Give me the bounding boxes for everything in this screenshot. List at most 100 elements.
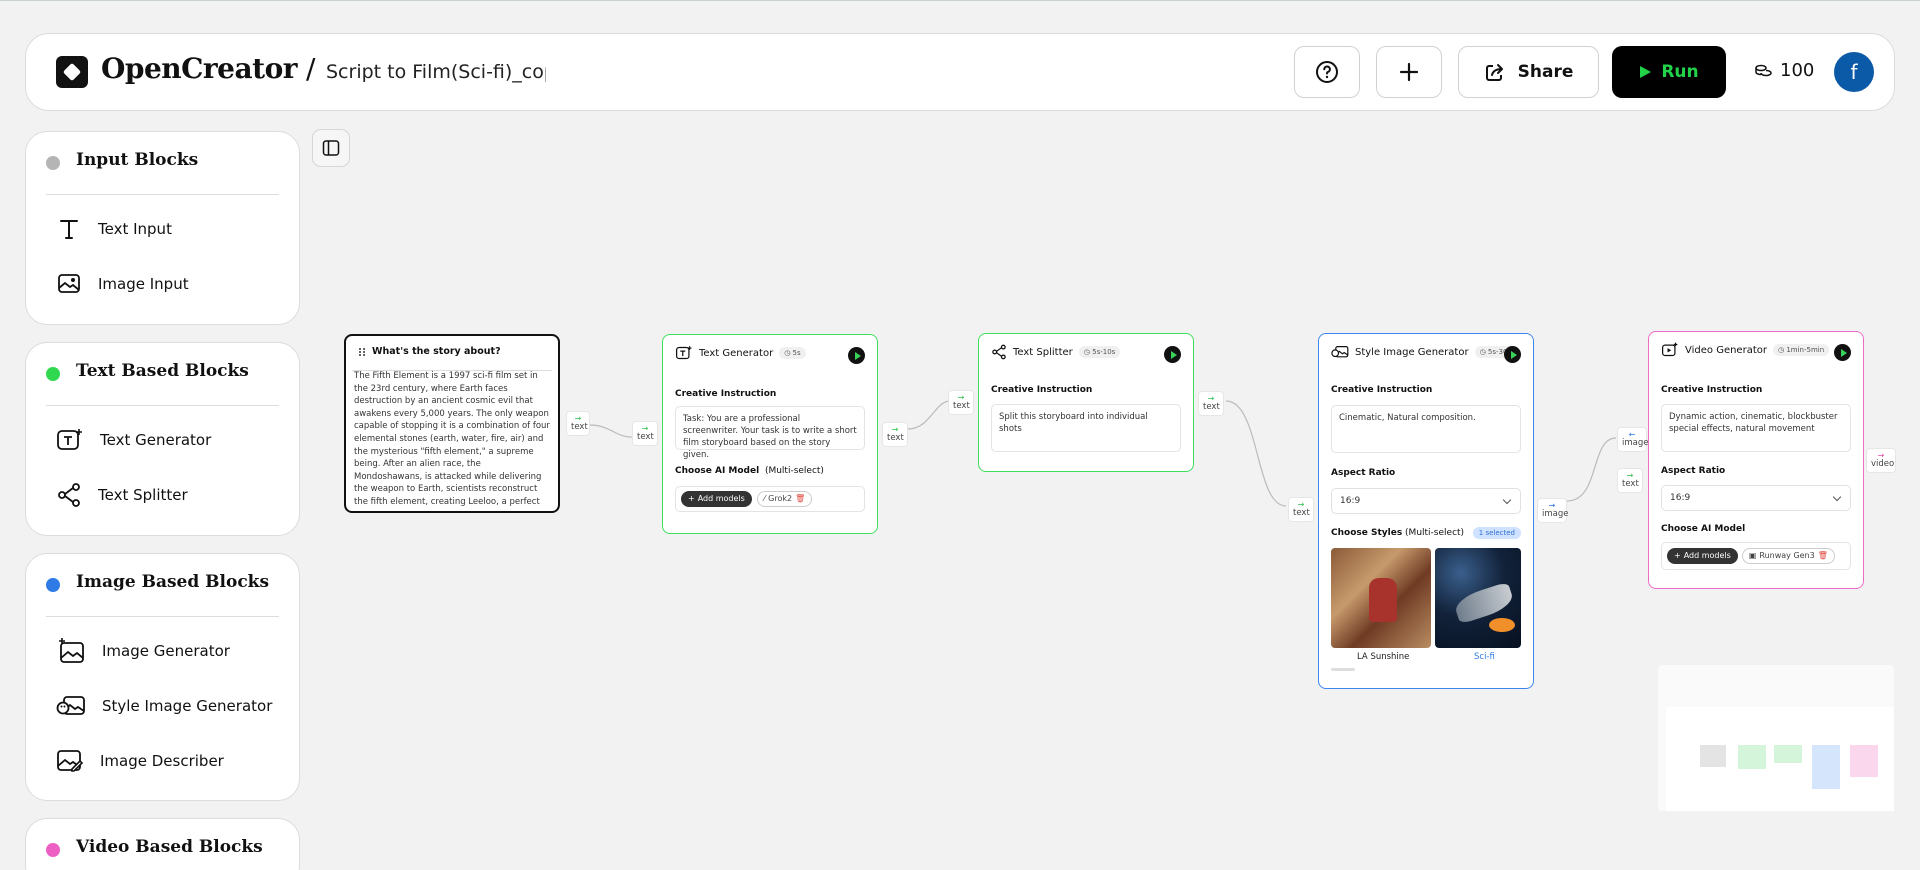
node-header: Style Image Generator ◷ 5s-30s: [1331, 344, 1517, 360]
field-label: Creative Instruction: [1331, 385, 1433, 395]
port-label: text: [1293, 508, 1310, 518]
port-input-image[interactable]: ← image: [1617, 427, 1649, 452]
minimap-node: [1774, 745, 1802, 763]
port-input-text[interactable]: → text: [948, 390, 974, 415]
port-label: image: [1622, 438, 1649, 448]
node-title: Style Image Generator: [1355, 346, 1469, 358]
selected-badge: 1 selected: [1472, 527, 1521, 539]
story-textarea[interactable]: The Fifth Element is a 1997 sci-fi film …: [354, 370, 550, 510]
style-name: LA Sunshine: [1357, 652, 1410, 662]
field-label: Choose AI Model: [1661, 524, 1746, 534]
instruction-textarea[interactable]: Task: You are a professional screenwrite…: [675, 406, 865, 460]
node-header: Text Splitter ◷ 5s-10s: [991, 344, 1121, 360]
model-name: Grok2: [768, 494, 793, 503]
minimap[interactable]: [1658, 665, 1894, 811]
instruction-textarea[interactable]: Dynamic action, cinematic, blockbuster s…: [1661, 404, 1851, 452]
node-title: What's the story about?: [372, 346, 501, 357]
minimap-node: [1812, 745, 1840, 789]
field-label: Choose Styles (Multi-select): [1331, 528, 1464, 538]
node-title: Text Generator: [699, 347, 774, 359]
port-label: text: [1203, 402, 1220, 412]
time-value: 1min-5min: [1786, 346, 1825, 354]
field-label: Creative Instruction: [675, 389, 777, 399]
node-style-image-generator[interactable]: Style Image Generator ◷ 5s-30s Creative …: [1318, 333, 1534, 689]
node-video-generator[interactable]: Video Generator ◷ 1min-5min Creative Ins…: [1648, 331, 1864, 589]
node-text-splitter[interactable]: Text Splitter ◷ 5s-10s Creative Instruct…: [978, 333, 1194, 472]
node-header: What's the story about?: [358, 346, 501, 357]
port-input-text[interactable]: → text: [632, 421, 658, 446]
port-label: text: [637, 432, 654, 442]
node-header: Text Generator ◷ 5s: [675, 345, 806, 361]
aspect-ratio-select[interactable]: 16:9: [1331, 488, 1521, 514]
model-chip[interactable]: ▣ Runway Gen3 🗑: [1741, 548, 1835, 564]
port-label: video: [1871, 459, 1895, 469]
splitter-icon: [992, 344, 1006, 360]
styles-label: Choose Styles: [1331, 528, 1403, 538]
node-story-input[interactable]: What's the story about? The Fifth Elemen…: [344, 334, 560, 513]
plus-icon: +: [688, 494, 695, 503]
model-label: Choose AI Model: [675, 466, 760, 476]
aspect-ratio-select[interactable]: 16:9: [1661, 485, 1851, 511]
model-selector[interactable]: + Add models ⁄ Grok2 🗑: [675, 486, 865, 512]
field-label: Choose AI Model (Multi-select): [675, 466, 824, 476]
port-label: text: [953, 401, 970, 411]
node-title: Text Splitter: [1013, 346, 1073, 358]
node-title: Video Generator: [1685, 344, 1767, 356]
delete-icon[interactable]: 🗑: [795, 493, 805, 505]
figure-shape: [1369, 578, 1397, 622]
port-output-text[interactable]: → text: [566, 411, 590, 436]
port-output-text[interactable]: → text: [882, 422, 908, 447]
run-node-button[interactable]: [1504, 346, 1521, 363]
port-input-text[interactable]: → text: [1288, 497, 1314, 522]
drag-handle-icon[interactable]: [358, 347, 366, 357]
video-sparkle-icon: [1662, 342, 1678, 357]
flame-shape: [1489, 618, 1515, 632]
scrollbar[interactable]: [1331, 668, 1355, 671]
palette-image-icon: [1331, 346, 1349, 358]
style-thumbnail-la-sunshine[interactable]: [1331, 548, 1431, 648]
minimap-node: [1700, 745, 1726, 767]
port-input-text[interactable]: → text: [1617, 468, 1643, 493]
style-name-selected: Sci-fi: [1474, 652, 1495, 662]
delete-icon[interactable]: 🗑: [1818, 550, 1828, 562]
run-node-button[interactable]: [1164, 346, 1181, 363]
add-models-label: Add models: [697, 494, 745, 503]
field-label: Creative Instruction: [1661, 385, 1763, 395]
run-node-button[interactable]: [1834, 344, 1851, 361]
plus-icon: +: [1674, 551, 1681, 560]
field-label: Creative Instruction: [991, 385, 1093, 395]
style-thumbnail-sci-fi[interactable]: [1435, 548, 1521, 648]
model-selector[interactable]: + Add models ▣ Runway Gen3 🗑: [1661, 542, 1851, 570]
model-name: Runway Gen3: [1759, 551, 1815, 560]
port-output-text[interactable]: → text: [1198, 391, 1224, 416]
time-value: 5s-10s: [1092, 348, 1116, 356]
styles-hint: (Multi-select): [1405, 528, 1465, 538]
minimap-node: [1738, 745, 1766, 769]
text-generator-icon: [676, 346, 692, 360]
minimap-node: [1850, 745, 1878, 777]
time-badge: ◷ 1min-5min: [1772, 344, 1830, 356]
time-value: 5s: [792, 349, 801, 357]
run-node-button[interactable]: [848, 347, 865, 364]
field-label: Aspect Ratio: [1331, 468, 1396, 478]
model-chip[interactable]: ⁄ Grok2 🗑: [756, 491, 813, 507]
add-models-button[interactable]: + Add models: [681, 491, 752, 507]
instruction-textarea[interactable]: Cinematic, Natural composition.: [1331, 405, 1521, 453]
port-label: text: [571, 422, 588, 432]
add-models-label: Add models: [1683, 551, 1731, 560]
model-icon: ⁄: [763, 494, 766, 503]
time-badge: ◷ 5s-10s: [1078, 346, 1121, 358]
model-icon: ▣: [1748, 551, 1757, 560]
node-text-generator[interactable]: Text Generator ◷ 5s Creative Instruction…: [662, 334, 878, 534]
port-label: image: [1542, 509, 1569, 519]
model-hint: (Multi-select): [764, 466, 824, 476]
node-header: Video Generator ◷ 1min-5min: [1661, 342, 1830, 358]
port-output-image[interactable]: → image: [1537, 498, 1569, 523]
field-label: Aspect Ratio: [1661, 466, 1726, 476]
port-output-video[interactable]: → video: [1866, 448, 1896, 473]
add-models-button[interactable]: + Add models: [1667, 548, 1738, 564]
instruction-textarea[interactable]: Split this storyboard into individual sh…: [991, 404, 1181, 452]
port-label: text: [1622, 479, 1639, 489]
time-badge: ◷ 5s: [779, 347, 806, 359]
port-label: text: [887, 433, 904, 443]
